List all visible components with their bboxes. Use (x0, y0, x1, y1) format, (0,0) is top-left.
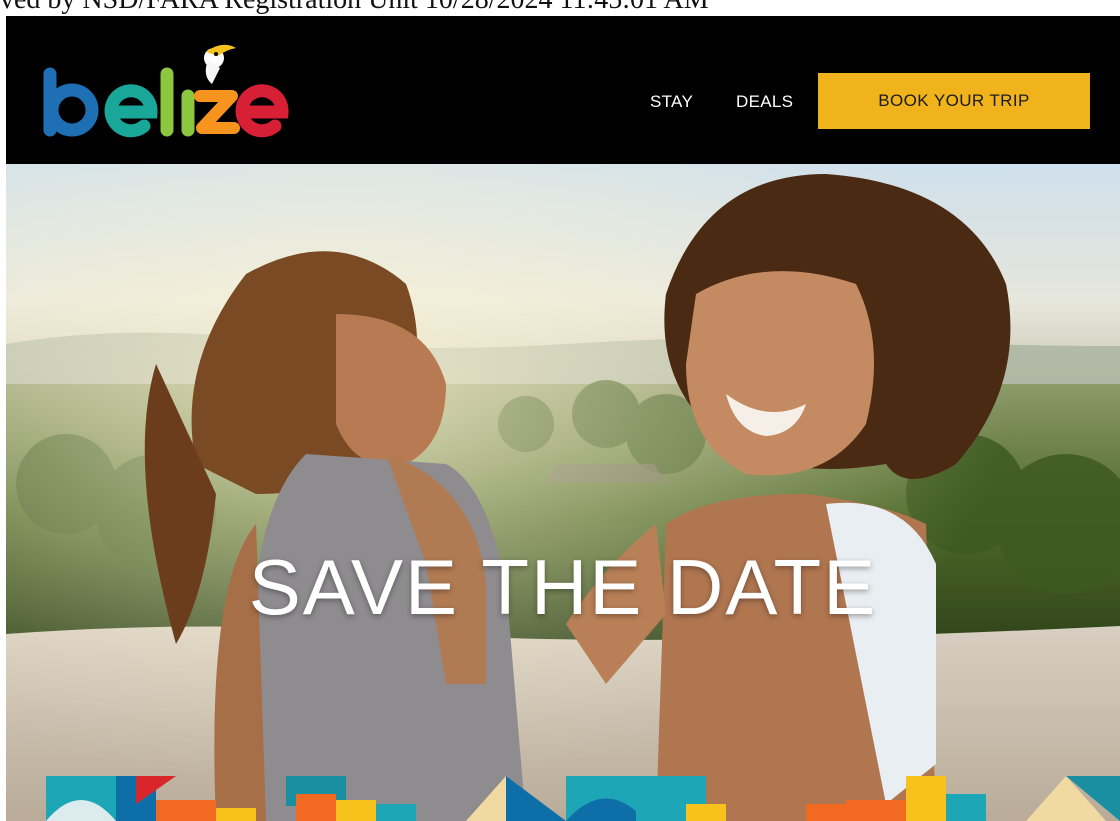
logo-letter-e-2 (235, 84, 289, 138)
belize-logo[interactable] (36, 38, 296, 143)
top-navigation-bar: STAY DEALS BOOK YOUR TRIP (6, 16, 1120, 164)
registration-stamp: ved by NSD/FARA Registration Unit 10/28/… (0, 0, 1120, 14)
email-frame: STAY DEALS BOOK YOUR TRIP SAVE THE DATE (6, 16, 1120, 821)
nav-link-stay[interactable]: STAY (650, 92, 693, 112)
hero-section: SAVE THE DATE (6, 164, 1120, 821)
logo-letter-e (104, 84, 158, 138)
nav-link-deals[interactable]: DEALS (736, 92, 793, 112)
logo-letter-z (194, 90, 240, 134)
toucan-icon (204, 44, 236, 84)
hero-title: SAVE THE DATE (248, 543, 878, 631)
book-your-trip-button[interactable]: BOOK YOUR TRIP (818, 73, 1090, 129)
hero-photo (6, 164, 1120, 821)
logo-letter-b (43, 67, 99, 137)
